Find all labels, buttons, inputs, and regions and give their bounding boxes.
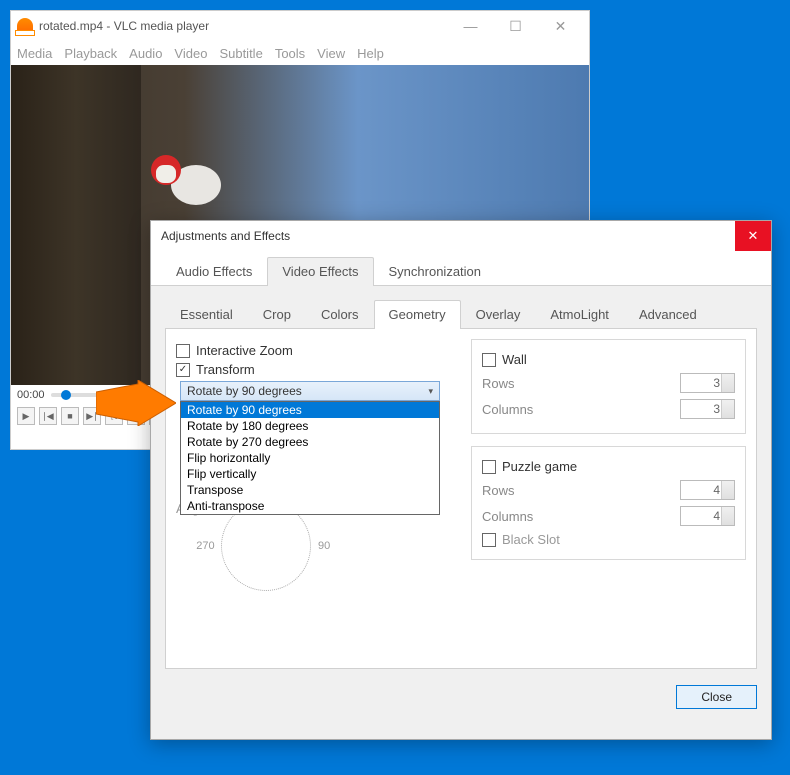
- transform-selected-value: Rotate by 90 degrees: [187, 384, 302, 398]
- tab-audio-effects[interactable]: Audio Effects: [161, 257, 267, 285]
- time-elapsed: 00:00: [17, 389, 45, 401]
- subtab-colors[interactable]: Colors: [306, 300, 374, 328]
- menu-view[interactable]: View: [317, 46, 345, 61]
- effects-footer: Close: [151, 675, 771, 719]
- wall-cols-spinner[interactable]: 3: [680, 399, 735, 419]
- stop-button[interactable]: ■: [61, 407, 79, 425]
- tab-synchronization[interactable]: Synchronization: [374, 257, 497, 285]
- checkbox-icon[interactable]: [176, 344, 190, 358]
- close-icon[interactable]: ✕: [735, 221, 771, 251]
- black-slot-check[interactable]: Black Slot: [482, 532, 735, 547]
- vlc-cone-icon: [17, 18, 33, 34]
- puzzle-group: Puzzle game Rows 4 Columns 4 Black Slot: [471, 446, 746, 560]
- effects-titlebar[interactable]: Adjustments and Effects ✕: [151, 221, 771, 251]
- checkbox-checked-icon[interactable]: [176, 363, 190, 377]
- option-rotate-270[interactable]: Rotate by 270 degrees: [181, 434, 439, 450]
- video-effects-subtabs: Essential Crop Colors Geometry Overlay A…: [165, 300, 757, 329]
- video-content-bird: [151, 155, 231, 215]
- tab-video-effects[interactable]: Video Effects: [267, 257, 373, 286]
- vlc-titlebar[interactable]: rotated.mp4 - VLC media player — ☐ ✕: [11, 11, 589, 41]
- puzzle-cols-spinner[interactable]: 4: [680, 506, 735, 526]
- effects-title: Adjustments and Effects: [161, 229, 290, 243]
- subtab-geometry[interactable]: Geometry: [374, 300, 461, 329]
- prev-button[interactable]: ∣◀: [39, 407, 57, 425]
- option-transpose[interactable]: Transpose: [181, 482, 439, 498]
- puzzle-cols-label: Columns: [482, 509, 533, 524]
- menu-tools[interactable]: Tools: [275, 46, 305, 61]
- option-flip-horizontal[interactable]: Flip horizontally: [181, 450, 439, 466]
- dial-label-90: 90: [318, 540, 330, 552]
- subtab-essential[interactable]: Essential: [165, 300, 248, 328]
- menu-video[interactable]: Video: [174, 46, 207, 61]
- effects-dialog: Adjustments and Effects ✕ Audio Effects …: [150, 220, 772, 740]
- subtab-crop[interactable]: Crop: [248, 300, 306, 328]
- dial-label-270: 270: [196, 540, 214, 552]
- minimize-button[interactable]: —: [448, 12, 493, 40]
- puzzle-label: Puzzle game: [502, 459, 577, 474]
- wall-rows-spinner[interactable]: 3: [680, 373, 735, 393]
- vlc-menubar: Media Playback Audio Video Subtitle Tool…: [11, 41, 589, 65]
- effects-main-tabs: Audio Effects Video Effects Synchronizat…: [151, 251, 771, 286]
- window-controls: — ☐ ✕: [448, 12, 583, 40]
- menu-audio[interactable]: Audio: [129, 46, 162, 61]
- wall-check[interactable]: Wall: [482, 352, 735, 367]
- checkbox-icon[interactable]: [482, 353, 496, 367]
- puzzle-check[interactable]: Puzzle game: [482, 459, 735, 474]
- transform-label: Transform: [196, 362, 255, 377]
- checkbox-icon[interactable]: [482, 533, 496, 547]
- option-anti-transpose[interactable]: Anti-transpose: [181, 498, 439, 514]
- option-flip-vertical[interactable]: Flip vertically: [181, 466, 439, 482]
- subtab-overlay[interactable]: Overlay: [461, 300, 536, 328]
- maximize-button[interactable]: ☐: [493, 12, 538, 40]
- annotation-arrow-icon: [96, 380, 176, 426]
- transform-dropdown: Rotate by 90 degrees Rotate by 180 degre…: [180, 401, 440, 515]
- checkbox-icon[interactable]: [482, 460, 496, 474]
- puzzle-rows-label: Rows: [482, 483, 515, 498]
- interactive-zoom-check[interactable]: Interactive Zoom: [176, 343, 451, 358]
- menu-subtitle[interactable]: Subtitle: [219, 46, 262, 61]
- menu-help[interactable]: Help: [357, 46, 384, 61]
- option-rotate-180[interactable]: Rotate by 180 degrees: [181, 418, 439, 434]
- play-button[interactable]: ▶: [17, 407, 35, 425]
- geometry-panel: Interactive Zoom Transform Rotate by 90 …: [165, 329, 757, 669]
- close-button[interactable]: Close: [676, 685, 757, 709]
- puzzle-rows-spinner[interactable]: 4: [680, 480, 735, 500]
- interactive-zoom-label: Interactive Zoom: [196, 343, 293, 358]
- wall-cols-label: Columns: [482, 402, 533, 417]
- option-rotate-90[interactable]: Rotate by 90 degrees: [181, 402, 439, 418]
- transform-select[interactable]: Rotate by 90 degrees Rotate by 90 degree…: [180, 381, 440, 401]
- wall-rows-label: Rows: [482, 376, 515, 391]
- menu-playback[interactable]: Playback: [64, 46, 117, 61]
- menu-media[interactable]: Media: [17, 46, 52, 61]
- subtab-atmolight[interactable]: AtmoLight: [535, 300, 624, 328]
- wall-group: Wall Rows 3 Columns 3: [471, 339, 746, 434]
- black-slot-label: Black Slot: [502, 532, 560, 547]
- wall-label: Wall: [502, 352, 527, 367]
- vlc-window-title: rotated.mp4 - VLC media player: [39, 19, 209, 33]
- close-button[interactable]: ✕: [538, 12, 583, 40]
- subtab-advanced[interactable]: Advanced: [624, 300, 712, 328]
- transform-check[interactable]: Transform: [176, 362, 451, 377]
- video-content-tree: [11, 65, 141, 385]
